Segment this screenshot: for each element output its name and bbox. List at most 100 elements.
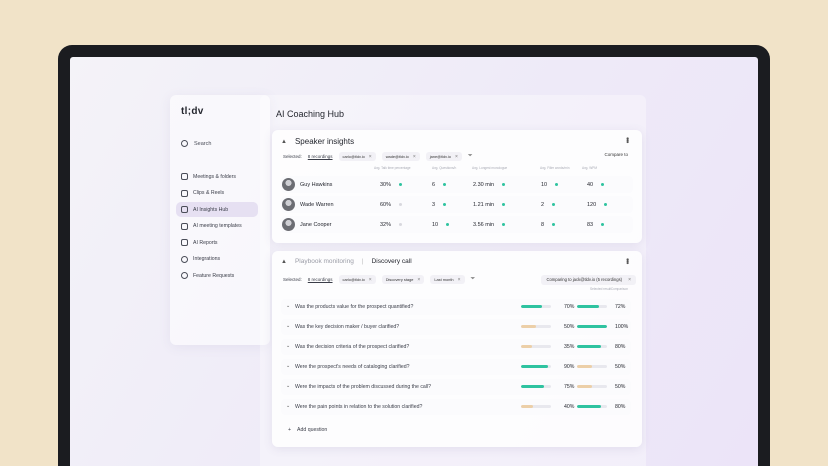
sidebar-item-meetings[interactable]: Meetings & folders xyxy=(176,169,258,184)
close-icon[interactable]: × xyxy=(458,277,461,283)
comparison-bar xyxy=(577,305,607,308)
more-options-icon[interactable]: ••• xyxy=(623,137,632,142)
metric-cell: 3 xyxy=(432,196,447,213)
sidebar-item-insights-hub[interactable]: AI Insights Hub xyxy=(176,202,258,217)
comparison-value: 50% xyxy=(615,383,626,390)
selected-recordings-link[interactable]: 8 recordings xyxy=(308,154,333,159)
status-dot xyxy=(502,203,506,206)
speaker-name: Guy Hawkins xyxy=(300,181,333,188)
sidebar-item-reports[interactable]: AI Reports xyxy=(176,235,258,250)
search-button[interactable]: Search xyxy=(181,140,211,147)
close-icon[interactable]: × xyxy=(455,154,458,160)
chip-label: wade@tldv.io xyxy=(385,154,409,159)
bar-fill xyxy=(577,365,592,368)
status-dot xyxy=(555,183,559,186)
page-title: AI Coaching Hub xyxy=(276,109,345,119)
metric-value: 10 xyxy=(541,181,548,188)
close-icon[interactable]: × xyxy=(369,154,372,160)
chevron-down-icon[interactable]: ⌄ xyxy=(286,363,290,369)
filter-chip[interactable]: wade@tldv.io × xyxy=(381,152,420,161)
metric-value: 3 xyxy=(432,201,436,208)
comparing-chip[interactable]: Comparing to jack@tldv.io (5 recordings)… xyxy=(541,275,636,285)
bar-fill xyxy=(521,325,536,328)
sidebar-item-feature-requests[interactable]: Feature Requests xyxy=(176,268,258,283)
sidebar-item-label: Meetings & folders xyxy=(193,173,236,180)
playbook-header[interactable]: ▲ Playbook monitoring | Discovery call xyxy=(281,258,412,265)
filter-chip[interactable]: carlo@tldv.io × xyxy=(338,275,376,284)
filter-chip[interactable]: Discovery stage × xyxy=(381,275,425,284)
avatar xyxy=(282,198,295,211)
selected-recordings-link[interactable]: 8 recordings xyxy=(308,277,333,282)
metric-value: 60% xyxy=(380,201,392,208)
insights-icon xyxy=(181,206,188,213)
speaker-insights-card: ▲ Speaker insights ••• Selected: 8 recor… xyxy=(272,130,642,243)
filter-chip[interactable]: jane@tldv.io × xyxy=(425,152,462,161)
chip-label: Discovery stage xyxy=(385,277,414,282)
close-icon[interactable]: × xyxy=(413,154,416,160)
comparison-bar xyxy=(577,405,607,408)
app-screen: tl;dv Search Meetings & folders Clips & … xyxy=(70,57,758,466)
speaker-row[interactable]: Wade Warren 60% 3 1.21 min 2 120 xyxy=(281,196,633,213)
selected-label: Selected: xyxy=(283,277,302,282)
question-row[interactable]: ⌄ Was the decision criteria of the prosp… xyxy=(281,339,631,355)
chevron-down-icon[interactable]: ⌄ xyxy=(286,343,290,349)
chevron-down-icon[interactable]: ⌄ xyxy=(286,323,290,329)
sidebar-item-label: AI Reports xyxy=(193,239,218,246)
column-header: Avg. WPM xyxy=(582,166,597,170)
metric-value: 2 xyxy=(541,201,545,208)
question-row[interactable]: ⌄ Were the impacts of the problem discus… xyxy=(281,379,631,395)
filter-chip[interactable]: Last month × xyxy=(430,275,465,284)
metric-value: 2.30 min xyxy=(473,181,495,188)
add-question-button[interactable]: + Add question xyxy=(288,427,327,433)
chevron-down-icon[interactable]: ⌄ xyxy=(286,403,290,409)
question-row[interactable]: ⌄ Was the key decision maker / buyer cla… xyxy=(281,319,631,335)
close-icon[interactable]: × xyxy=(417,277,420,283)
chevron-up-icon[interactable]: ▲ xyxy=(281,259,287,265)
metric-value: 30% xyxy=(380,181,392,188)
question-row[interactable]: ⌄ Was the products value for the prospec… xyxy=(281,299,631,315)
metric-cell: 30% xyxy=(380,176,403,193)
metric-value: 83 xyxy=(587,221,594,228)
lightbulb-icon xyxy=(181,272,188,279)
chevron-down-icon[interactable]: ⌄ xyxy=(286,383,290,389)
chip-label: Last month xyxy=(434,277,454,282)
speaker-insights-header[interactable]: ▲ Speaker insights xyxy=(281,137,354,146)
status-dot xyxy=(502,223,506,226)
bar-fill xyxy=(577,305,599,308)
speaker-row[interactable]: Jane Cooper 32% 10 3.56 min 8 83 xyxy=(281,216,633,233)
question-row[interactable]: ⌄ Were the pain points in relation to th… xyxy=(281,399,631,415)
chevron-up-icon[interactable]: ▲ xyxy=(281,139,287,145)
sidebar-item-clips[interactable]: Clips & Reels xyxy=(176,186,258,201)
video-icon xyxy=(181,173,188,180)
compare-to-button[interactable]: Compare to xyxy=(604,152,628,157)
filter-chip[interactable]: carlo@tldv.io × xyxy=(338,152,376,161)
question-text: Were the impacts of the problem discusse… xyxy=(295,384,432,390)
selected-result-value: 75% xyxy=(564,383,575,390)
selected-result-bar xyxy=(521,365,551,368)
speaker-row[interactable]: Guy Hawkins 30% 6 2.30 min 10 40 xyxy=(281,176,633,193)
selected-result-value: 90% xyxy=(564,363,575,370)
status-dot xyxy=(399,203,403,206)
close-icon[interactable]: × xyxy=(369,277,372,283)
metric-cell: 3.56 min xyxy=(473,216,506,233)
filter-icon[interactable]: ⏷ xyxy=(468,153,473,160)
column-header: Avg. Longest monologue xyxy=(472,166,508,170)
report-icon xyxy=(181,239,188,246)
column-headers: Avg. Talk time percentage Avg. Questions… xyxy=(364,166,634,172)
chevron-down-icon[interactable]: ⌄ xyxy=(286,303,290,309)
metric-cell: 60% xyxy=(380,196,403,213)
sidebar-item-integrations[interactable]: Integrations xyxy=(176,252,258,267)
filter-icon[interactable]: ⏷ xyxy=(471,276,476,283)
more-options-icon[interactable]: ••• xyxy=(623,258,632,263)
speaker-filters: Selected: 8 recordings carlo@tldv.io × wa… xyxy=(283,152,473,161)
metric-value: 120 xyxy=(587,201,597,208)
close-icon[interactable]: × xyxy=(628,277,631,283)
status-dot xyxy=(601,183,605,186)
metric-cell: 32% xyxy=(380,216,403,233)
bar-fill xyxy=(521,365,548,368)
sidebar-nav: Meetings & folders Clips & Reels AI Insi… xyxy=(176,169,258,285)
sidebar-item-templates[interactable]: AI meeting templates xyxy=(176,219,258,234)
status-dot xyxy=(552,203,556,206)
clips-icon xyxy=(181,189,188,197)
question-row[interactable]: ⌄ Were the prospect's needs of catalogin… xyxy=(281,359,631,375)
